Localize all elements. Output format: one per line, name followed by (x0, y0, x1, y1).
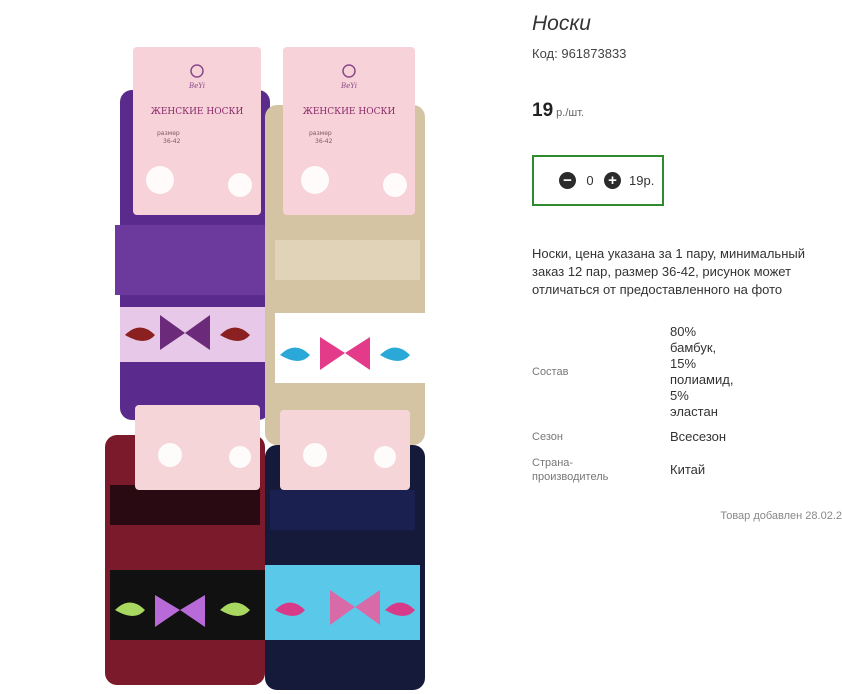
product-price: 19 р./шт. (532, 100, 584, 122)
brand-left: BeYi (188, 82, 205, 90)
quantity-stepper: − 0 + 19р. (532, 155, 664, 206)
product-image[interactable]: BeYi BeYi ЖЕНСКИЕ НОСКИ ЖЕНСКИЕ НОСКИ ра… (100, 45, 440, 693)
product-code-label: Код: (532, 46, 558, 61)
brand-right: BeYi (340, 82, 357, 90)
property-label: Сезон (532, 431, 563, 443)
property-value: 80% бамбук, 15% полиамид, 5% эластан (670, 324, 734, 419)
flower-icon (374, 446, 396, 468)
price-value: 19 (532, 100, 554, 121)
flower-icon (301, 166, 329, 194)
beige-sock-cuff (275, 240, 420, 280)
property-row-composition: Состав 80% бамбук, 15% полиамид, 5% элас… (532, 320, 832, 424)
size-label-right: размер (309, 130, 332, 137)
maroon-sock-cuff (110, 485, 260, 525)
size-value-left: 36-42 (163, 138, 181, 145)
tag-text-left: ЖЕНСКИЕ НОСКИ (151, 107, 244, 117)
flower-icon (158, 443, 182, 467)
size-label-left: размер (157, 130, 180, 137)
flower-icon (229, 446, 251, 468)
flower-icon (146, 166, 174, 194)
product-code: Код: 961873833 (532, 46, 626, 61)
property-value: Всесезон (670, 429, 727, 444)
property-row-season: Сезон Всесезон (532, 424, 832, 450)
product-code-value: 961873833 (561, 46, 627, 61)
quantity-value: 0 (586, 173, 594, 188)
property-value: Китай (670, 462, 706, 477)
quantity-sum: 19р. (629, 173, 655, 188)
purple-sock-cuff (115, 225, 270, 295)
navy-sock-cuff (270, 490, 415, 530)
added-date: Товар добавлен 28.02.2 (720, 510, 842, 522)
product-title: Носки (532, 12, 591, 35)
product-properties: Состав 80% бамбук, 15% полиамид, 5% элас… (532, 320, 832, 490)
property-label: Страна-производитель (532, 457, 609, 483)
tag-text-right: ЖЕНСКИЕ НОСКИ (303, 107, 396, 117)
flower-icon (383, 173, 407, 197)
socks-illustration: BeYi BeYi ЖЕНСКИЕ НОСКИ ЖЕНСКИЕ НОСКИ ра… (105, 47, 430, 690)
property-row-country: Страна-производитель Китай (532, 450, 832, 490)
price-unit: р./шт. (556, 107, 585, 119)
plus-circle-icon[interactable]: + (604, 172, 621, 189)
product-description: Носки, цена указана за 1 пару, минимальн… (532, 246, 805, 297)
size-value-right: 36-42 (315, 138, 333, 145)
flower-icon (228, 173, 252, 197)
minus-circle-icon[interactable]: − (559, 172, 576, 189)
property-label: Состав (532, 366, 569, 378)
flower-icon (303, 443, 327, 467)
